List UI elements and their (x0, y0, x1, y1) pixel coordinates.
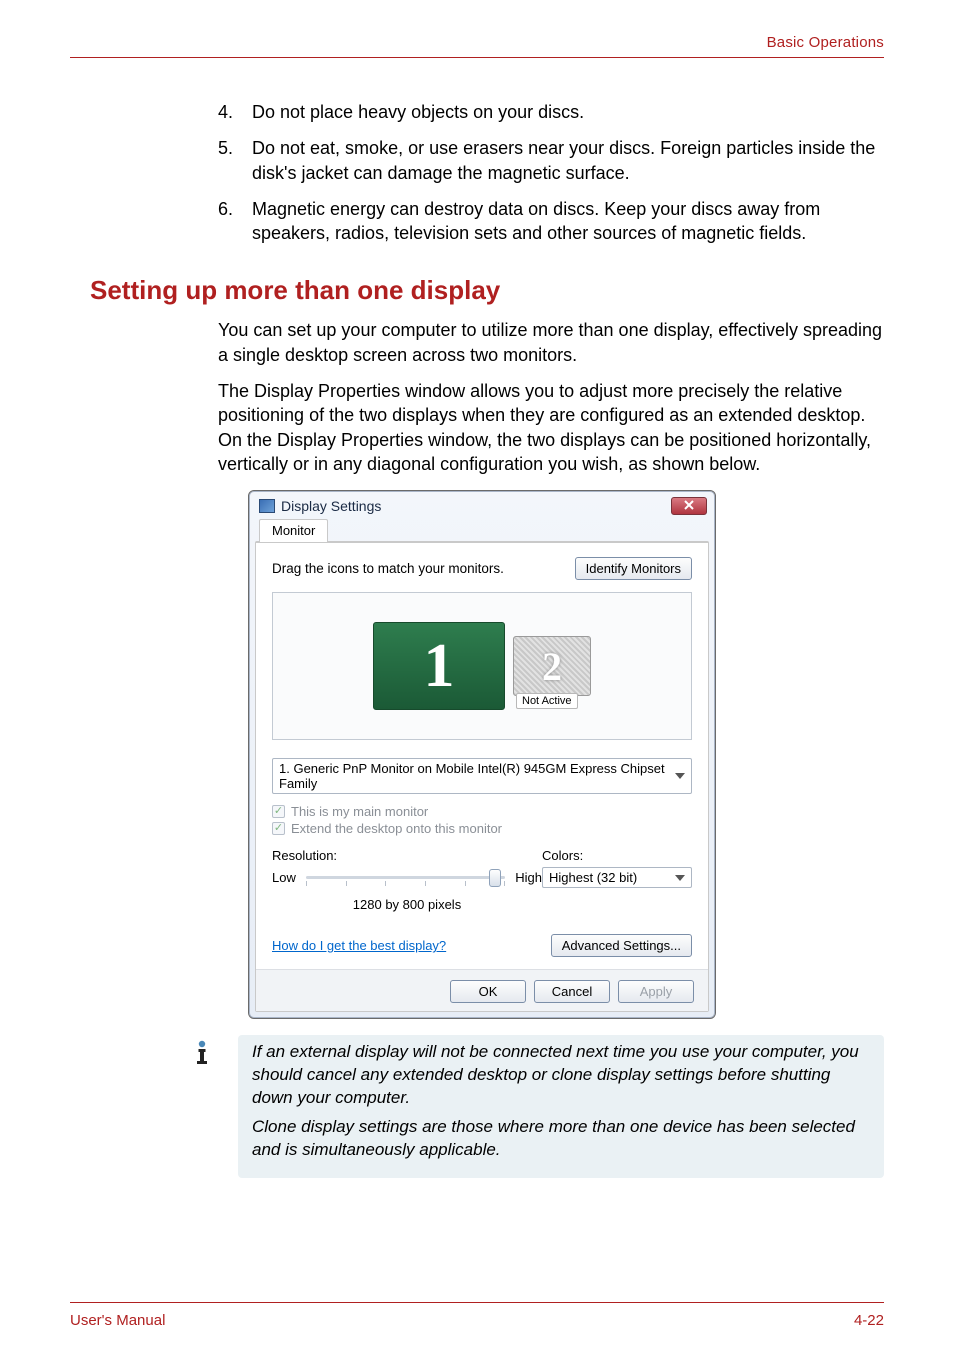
note-paragraph: Clone display settings are those where m… (252, 1116, 870, 1162)
monitor-1[interactable]: 1 (373, 622, 505, 710)
check-icon: ✓ (274, 823, 283, 834)
list-number: 4. (218, 100, 252, 124)
section-heading: Setting up more than one display (90, 275, 884, 306)
paragraph: The Display Properties window allows you… (218, 379, 884, 476)
dialog-title: Display Settings (281, 498, 381, 514)
display-settings-dialog: Display Settings Monitor Drag the icons … (248, 490, 716, 1019)
identify-monitors-button[interactable]: Identify Monitors (575, 557, 692, 580)
drag-instruction: Drag the icons to match your monitors. (272, 561, 504, 576)
close-button[interactable] (671, 497, 707, 515)
list-text: Do not eat, smoke, or use erasers near y… (252, 136, 884, 185)
info-icon (188, 1039, 216, 1067)
main-monitor-checkbox-row: ✓ This is my main monitor (272, 804, 692, 819)
monitor-arrangement-area[interactable]: 1 2 Not Active (272, 592, 692, 740)
list-item: 5. Do not eat, smoke, or use erasers nea… (218, 136, 884, 185)
dialog-titlebar[interactable]: Display Settings (255, 495, 709, 519)
slider-thumb[interactable] (489, 869, 501, 887)
monitor-select-combo[interactable]: 1. Generic PnP Monitor on Mobile Intel(R… (272, 758, 692, 794)
check-icon: ✓ (274, 806, 283, 817)
resolution-slider[interactable] (306, 867, 505, 887)
checkbox: ✓ (272, 822, 285, 835)
checkbox-label: Extend the desktop onto this monitor (291, 821, 502, 836)
colors-value: Highest (32 bit) (549, 870, 637, 885)
resolution-label: Resolution: (272, 848, 542, 863)
slider-low-label: Low (272, 870, 296, 885)
footer-right: 4-22 (854, 1312, 884, 1329)
chevron-down-icon (675, 875, 685, 881)
footer-rule (70, 1302, 884, 1303)
display-icon (259, 499, 275, 513)
checkbox-label: This is my main monitor (291, 804, 428, 819)
apply-button[interactable]: Apply (618, 980, 694, 1003)
resolution-value: 1280 by 800 pixels (272, 897, 542, 912)
list-item: 4. Do not place heavy objects on your di… (218, 100, 884, 124)
monitor-2-label: 2 (542, 643, 562, 690)
header-rule (70, 57, 884, 58)
not-active-badge: Not Active (516, 693, 578, 709)
section-header: Basic Operations (70, 34, 884, 51)
list-text: Do not place heavy objects on your discs… (252, 100, 584, 124)
monitor-2[interactable]: 2 Not Active (513, 636, 591, 696)
list-number: 6. (218, 197, 252, 246)
ok-button[interactable]: OK (450, 980, 526, 1003)
slider-high-label: High (515, 870, 542, 885)
checkbox: ✓ (272, 805, 285, 818)
colors-combo[interactable]: Highest (32 bit) (542, 867, 692, 888)
paragraph: You can set up your computer to utilize … (218, 318, 884, 367)
footer-left: User's Manual (70, 1312, 165, 1329)
chevron-down-icon (675, 773, 685, 779)
cancel-button[interactable]: Cancel (534, 980, 610, 1003)
advanced-settings-button[interactable]: Advanced Settings... (551, 934, 692, 957)
note-paragraph: If an external display will not be conne… (252, 1041, 870, 1110)
best-display-link[interactable]: How do I get the best display? (272, 938, 446, 953)
note-box: If an external display will not be conne… (238, 1035, 884, 1178)
extend-desktop-checkbox-row: ✓ Extend the desktop onto this monitor (272, 821, 692, 836)
monitor-1-label: 1 (424, 631, 455, 702)
colors-label: Colors: (542, 848, 692, 863)
list-number: 5. (218, 136, 252, 185)
tab-monitor[interactable]: Monitor (259, 519, 328, 542)
combo-value: 1. Generic PnP Monitor on Mobile Intel(R… (279, 761, 675, 791)
list-text: Magnetic energy can destroy data on disc… (252, 197, 884, 246)
list-item: 6. Magnetic energy can destroy data on d… (218, 197, 884, 246)
